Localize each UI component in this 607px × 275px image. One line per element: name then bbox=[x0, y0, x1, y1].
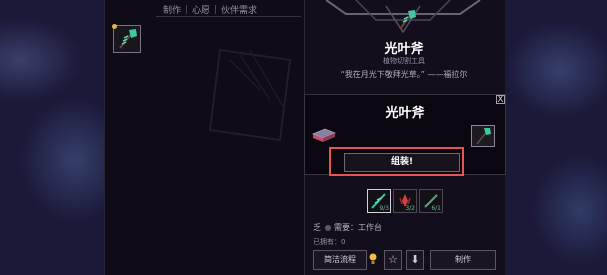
craft-button[interactable]: 制作 bbox=[430, 250, 496, 270]
tab-partner-needs[interactable]: 伙伴需求 bbox=[216, 3, 262, 16]
recipe-slot-glowleaf-axe[interactable] bbox=[112, 24, 141, 53]
ingredient-slot[interactable]: 3/2 bbox=[393, 189, 417, 213]
quick-process-button[interactable]: 简洁流程 bbox=[313, 250, 367, 270]
result-item-slot[interactable] bbox=[471, 125, 495, 147]
axe-icon bbox=[476, 128, 491, 145]
lightbulb-icon[interactable] bbox=[369, 253, 377, 265]
ingredient-count: 3/2 bbox=[405, 205, 415, 212]
tab-crafting[interactable]: 制作 bbox=[158, 3, 186, 16]
workbench-icon bbox=[311, 128, 337, 142]
requirement-row: 乏 需要：工作台 bbox=[313, 222, 382, 233]
ingredient-count: 6/1 bbox=[431, 205, 441, 212]
ingredient-slot[interactable]: 9/3 bbox=[367, 189, 391, 213]
tab-underline bbox=[156, 16, 301, 17]
new-indicator-dot bbox=[112, 24, 117, 29]
owned-count: 已拥有：0 bbox=[313, 238, 346, 246]
axe-icon bbox=[399, 10, 416, 30]
star-icon[interactable]: ☆ bbox=[384, 250, 402, 270]
background-silhouette bbox=[208, 48, 292, 142]
requirement-prefix: 乏 bbox=[313, 223, 321, 232]
item-category: 植物切割工具 bbox=[383, 57, 425, 65]
tab-bar: 制作 心愿 伙伴需求 bbox=[158, 2, 262, 16]
ingredient-slot[interactable]: 6/1 bbox=[419, 189, 443, 213]
item-flavor-quote: “我在月光下敬拜光草。” ——福拉尔 bbox=[340, 70, 468, 79]
workbench-status-icon bbox=[325, 224, 331, 231]
popup-title: 光叶斧 bbox=[385, 106, 425, 121]
ingredient-count: 9/3 bbox=[379, 205, 389, 212]
axe-icon bbox=[119, 29, 137, 49]
download-icon[interactable]: ⬇ bbox=[406, 250, 424, 270]
item-title: 光叶斧 bbox=[384, 42, 424, 57]
requirement-text: 需要：工作台 bbox=[334, 223, 382, 232]
tab-wishlist[interactable]: 心愿 bbox=[187, 3, 215, 16]
assemble-button[interactable]: 组装! bbox=[344, 153, 460, 172]
